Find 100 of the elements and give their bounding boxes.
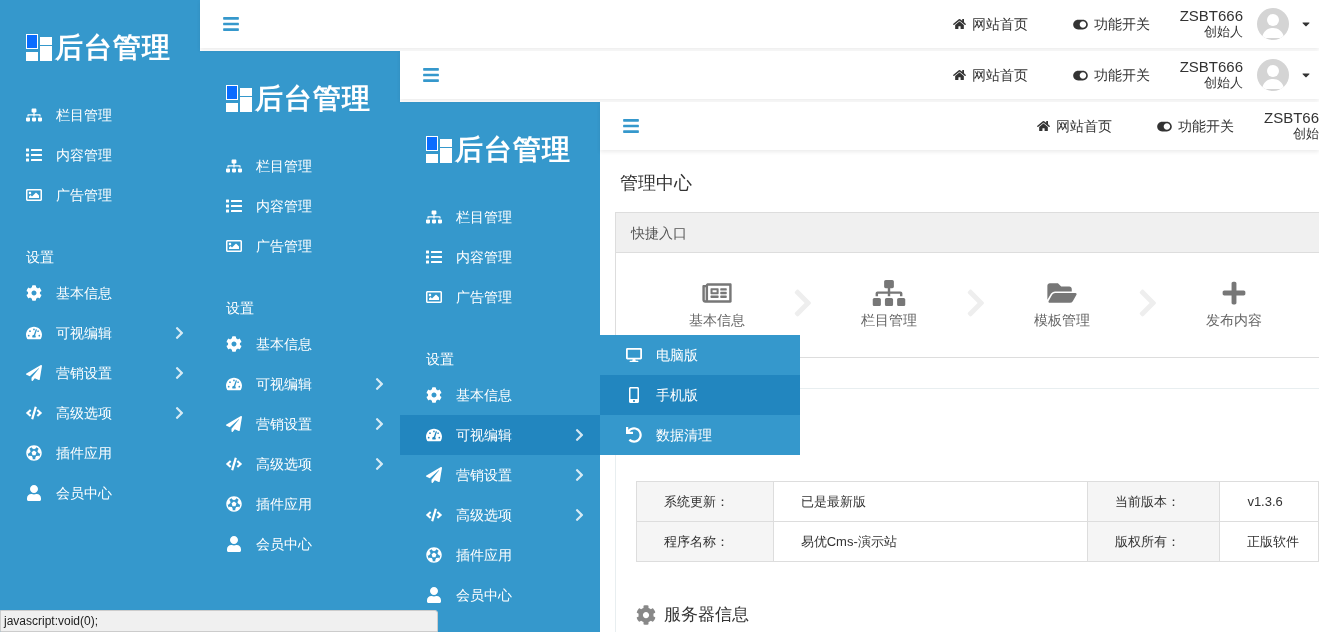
image-icon: [426, 289, 442, 305]
newspaper-icon: [700, 280, 735, 306]
header-link[interactable]: 功能开关: [1156, 116, 1234, 136]
sitemap-icon: [26, 107, 42, 123]
chevron-icon: [175, 326, 184, 340]
user-name: ZSBT66: [1263, 110, 1319, 126]
user-icon: [26, 485, 42, 501]
toggle-icon: [1156, 119, 1172, 133]
chevron-icon: [375, 417, 384, 431]
shortcut[interactable]: 发布内容: [1147, 280, 1319, 330]
list-icon: [426, 249, 442, 265]
sidebar-item[interactable]: 可视编辑: [400, 415, 600, 455]
user-name: ZSBT666: [1179, 59, 1243, 75]
folder-icon: [1044, 280, 1079, 306]
sidebar-item[interactable]: 会员中心: [200, 524, 400, 564]
gauge-icon: [26, 325, 42, 341]
submenu-item[interactable]: 手机版: [600, 375, 800, 415]
shortcut[interactable]: 栏目管理: [803, 280, 976, 330]
home-icon: [1036, 120, 1050, 132]
sitemap-icon: [226, 158, 242, 174]
label-cell: 当前版本：: [1088, 481, 1220, 522]
sidebar-item[interactable]: 营销设置: [400, 455, 600, 495]
home-icon: [952, 18, 966, 30]
sidebar-item[interactable]: 栏目管理: [200, 146, 400, 186]
logo: 后台管理: [426, 135, 571, 164]
sidebar-item[interactable]: 可视编辑: [200, 364, 400, 404]
header-link[interactable]: 功能开关: [1072, 14, 1150, 34]
monitor-icon: [626, 347, 642, 363]
sidebar-item[interactable]: 可视编辑: [0, 313, 200, 353]
user-name: ZSBT666: [1179, 8, 1243, 24]
sitemap-icon: [872, 280, 907, 306]
paper-plane-icon: [26, 365, 42, 381]
section-heading: 服务器信息: [664, 604, 749, 626]
chevron-icon: [575, 428, 584, 442]
submenu-item[interactable]: 数据清理: [600, 415, 800, 455]
user-icon: [226, 536, 242, 552]
section-label: 设置: [226, 299, 254, 318]
settings-icon: [226, 336, 242, 352]
user-icon: [426, 587, 442, 603]
gauge-icon: [426, 427, 442, 443]
settings-icon: [26, 285, 42, 301]
sidebar-item[interactable]: 内容管理: [0, 135, 200, 175]
sidebar-item[interactable]: 栏目管理: [400, 197, 600, 237]
chevron-icon: [575, 468, 584, 482]
chevron-icon: [175, 366, 184, 380]
header-link[interactable]: 网站首页: [1036, 116, 1112, 136]
toggle-icon: [1072, 17, 1088, 31]
sidebar-item[interactable]: 插件应用: [400, 535, 600, 575]
list-icon: [226, 198, 242, 214]
code-icon: [226, 456, 242, 472]
sidebar-item[interactable]: 内容管理: [200, 186, 400, 226]
section-label: 设置: [426, 350, 454, 369]
page-title: 管理中心: [619, 172, 693, 195]
user-role: 创始人: [1204, 24, 1243, 40]
image-icon: [26, 187, 42, 203]
header-link[interactable]: 网站首页: [952, 14, 1028, 34]
logo: 后台管理: [226, 84, 371, 113]
sidebar-item[interactable]: 广告管理: [400, 277, 600, 317]
shortcut[interactable]: 基本信息: [631, 280, 804, 330]
sidebar-item[interactable]: 高级选项: [400, 495, 600, 535]
paper-plane-icon: [226, 416, 242, 432]
menu-icon[interactable]: [620, 117, 642, 135]
section-label: 设置: [26, 248, 54, 267]
menu-icon[interactable]: [220, 15, 242, 33]
sidebar-item[interactable]: 基本信息: [200, 324, 400, 364]
submenu-item[interactable]: 电脑版: [600, 335, 800, 375]
sidebar-item[interactable]: 栏目管理: [0, 95, 200, 135]
header-link[interactable]: 功能开关: [1072, 65, 1150, 85]
sidebar-item[interactable]: 广告管理: [0, 175, 200, 215]
shortcut[interactable]: 模板管理: [975, 280, 1148, 330]
image-icon: [226, 238, 242, 254]
panel-title: 快捷入口: [631, 223, 687, 243]
chevron-icon: [375, 377, 384, 391]
value-cell: v1.3.6: [1219, 481, 1319, 522]
label-cell: 程序名称：: [636, 521, 774, 562]
settings-icon: [426, 387, 442, 403]
sidebar-item[interactable]: 高级选项: [200, 444, 400, 484]
home-icon: [952, 69, 966, 81]
menu-icon[interactable]: [420, 66, 442, 84]
sidebar-item[interactable]: 会员中心: [0, 473, 200, 513]
value-cell: 易优Cms-演示站: [773, 521, 1088, 562]
sidebar-item[interactable]: 基本信息: [400, 375, 600, 415]
code-icon: [426, 507, 442, 523]
sidebar-item[interactable]: 营销设置: [0, 353, 200, 393]
sidebar-item[interactable]: 广告管理: [200, 226, 400, 266]
status-bar: javascript:void(0);: [0, 610, 438, 632]
user-role: 创始: [1293, 126, 1319, 142]
chevron-icon: [175, 406, 184, 420]
sidebar-item[interactable]: 内容管理: [400, 237, 600, 277]
header-link[interactable]: 网站首页: [952, 65, 1028, 85]
label-cell: 系统更新：: [636, 481, 774, 522]
list-icon: [26, 147, 42, 163]
value-cell: 正版软件: [1219, 521, 1319, 562]
sidebar-item[interactable]: 插件应用: [200, 484, 400, 524]
sidebar-item[interactable]: 基本信息: [0, 273, 200, 313]
sidebar-item[interactable]: 插件应用: [0, 433, 200, 473]
logo: 后台管理: [26, 33, 171, 62]
settings-icon: [636, 604, 656, 625]
sidebar-item[interactable]: 高级选项: [0, 393, 200, 433]
sidebar-item[interactable]: 营销设置: [200, 404, 400, 444]
